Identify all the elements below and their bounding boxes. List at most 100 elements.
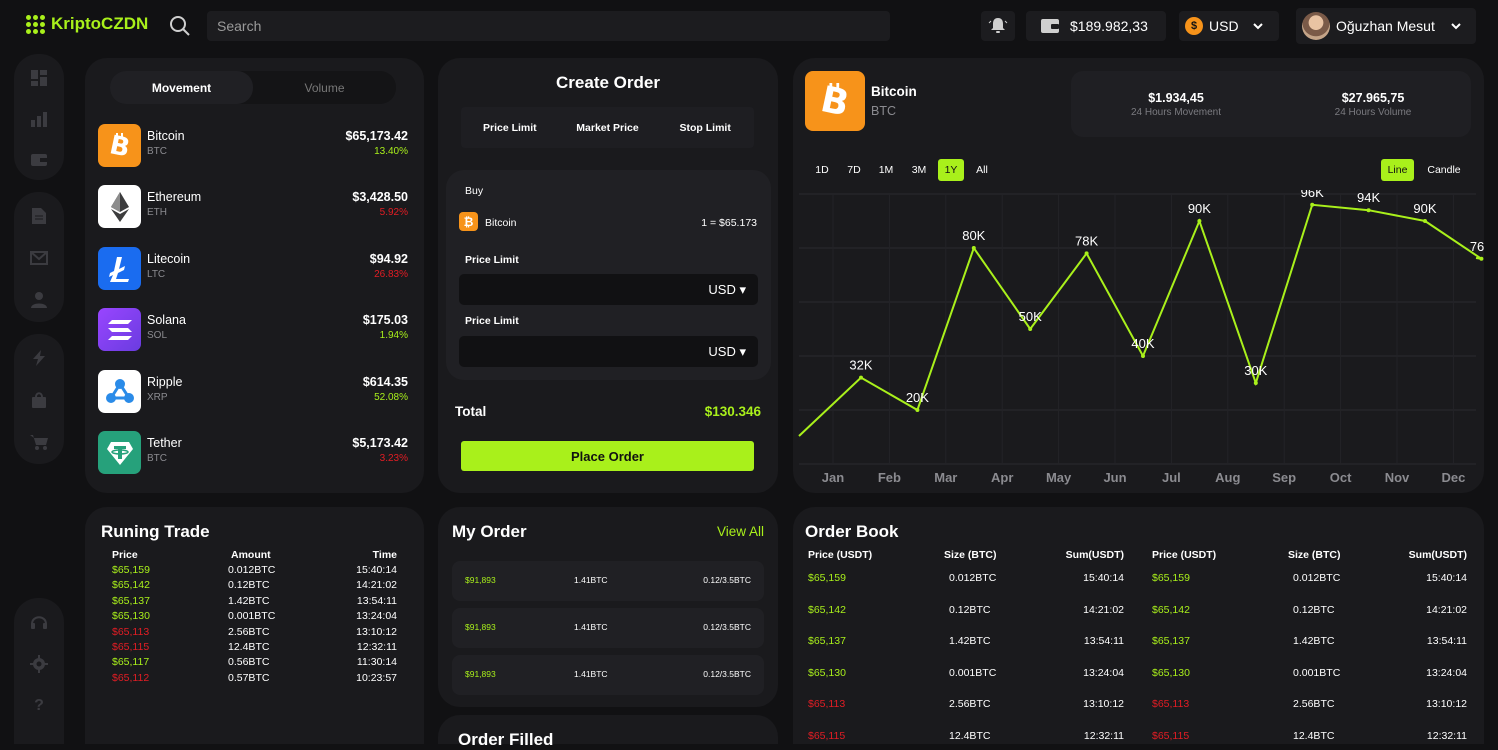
book-sum: 13:24:04 [1426,666,1467,679]
trade-time: 11:30:14 [356,656,397,669]
data-label: 30K [1244,363,1267,378]
trade-time: 14:21:02 [356,579,397,592]
x-tick-label: Dec [1441,470,1465,485]
x-tick-label: Jul [1162,470,1181,485]
x-tick-label: Oct [1330,470,1352,485]
sidebar-group-tools [14,334,64,464]
book-size: 0.12BTC [949,603,991,616]
chart-coin-name: Bitcoin [871,84,917,99]
book-sum: 12:32:11 [1426,730,1467,742]
lightning-icon[interactable] [29,348,49,368]
volume-stat: $27.965,75 24 Hours Volume [1273,91,1473,118]
tab-volume[interactable]: Volume [253,71,396,104]
wallet-icon[interactable] [29,150,49,169]
coin-price: $3,428.50 [352,190,408,204]
order-type-tabs: Price Limit Market Price Stop Limit [461,107,754,148]
book-size: 0.12BTC [1293,603,1335,616]
coin-price: $94.92 [369,252,408,266]
order-row[interactable]: $91,893 1.41BTC 0.12/3.5BTC [452,608,764,648]
book-size: 12.4BTC [949,730,991,742]
book-size: 12.4BTC [1293,730,1335,742]
price-limit-input[interactable]: USD ▾ [459,274,758,305]
range-1y[interactable]: 1Y [938,159,964,181]
order-row[interactable]: $91,893 1.41BTC 0.12/3.5BTC [452,561,764,601]
view-all-link[interactable]: View All [717,524,764,539]
price-series-line [798,203,1482,437]
search-icon[interactable] [168,14,192,38]
currency-dropdown[interactable]: USD ▾ [708,344,746,360]
tab-movement[interactable]: Movement [110,71,253,104]
volume-value: $27.965,75 [1341,91,1405,105]
place-order-button[interactable]: Place Order [461,441,754,471]
coin-change: 52.08% [374,392,408,403]
order-price: $91,893 [465,622,496,632]
document-icon[interactable] [29,206,49,226]
ripple-icon [98,370,141,413]
coin-row-tether[interactable]: Tether BTC $5,173.42 3.23% [98,431,408,475]
total-label: Total [455,404,487,419]
data-label: 96K [1301,190,1324,200]
trade-time: 15:40:14 [356,564,397,576]
currency-dropdown[interactable]: USD ▾ [708,282,746,298]
svg-text:B: B [107,131,133,161]
tab-market-price[interactable]: Market Price [559,107,657,148]
book-sum: 13:24:04 [1083,666,1124,679]
range-3m[interactable]: 3M [908,159,930,181]
trade-amount: 1.42BTC [228,594,270,607]
user-name: Oğuzhan Mesut [1336,18,1435,34]
book-price: $65,113 [1152,698,1190,711]
bag-icon[interactable] [29,390,49,410]
logo-icon [26,14,45,34]
search-input[interactable] [207,11,890,41]
coin-symbol: BTC [147,453,167,464]
data-point [971,246,976,250]
user-icon[interactable] [29,290,49,310]
order-amount: 1.41BTC [574,575,608,585]
coin-name: Solana [147,313,186,327]
col-price: Price [112,549,138,561]
user-menu[interactable]: Oğuzhan Mesut [1296,8,1476,44]
order-row[interactable]: $91,893 1.41BTC 0.12/3.5BTC [452,655,764,695]
coin-row-litecoin[interactable]: Litecoin LTC $94.92 26.83% [98,247,408,291]
book-sum: 13:54:11 [1426,635,1467,648]
wallet-balance[interactable]: $189.982,33 [1026,11,1166,41]
coin-row-ethereum[interactable]: Ethereum ETH $3,428.50 5.92% [98,185,408,229]
help-icon[interactable]: ? [29,696,49,716]
trade-amount: 0.56BTC [228,656,270,669]
my-order-title: My Order [452,522,527,541]
coin-row-bitcoin[interactable]: B Bitcoin BTC $65,173.42 13.40% [98,124,408,168]
tab-price-limit[interactable]: Price Limit [461,107,559,148]
range-1m[interactable]: 1M [875,159,897,181]
cart-icon[interactable] [29,432,49,452]
range-7d[interactable]: 7D [843,159,865,181]
mail-icon[interactable] [29,248,49,268]
chart-type-candle[interactable]: Candle [1422,159,1466,181]
data-label: 94K [1357,190,1380,205]
headset-icon[interactable] [29,612,49,632]
book-sum: 14:21:02 [1083,603,1124,616]
trade-time: 13:54:11 [356,594,397,607]
price-limit-input[interactable]: USD ▾ [459,336,758,367]
chart-type-line[interactable]: Line [1381,159,1414,181]
coin-row-ripple[interactable]: Ripple XRP $614.35 52.08% [98,370,408,414]
order-price: $91,893 [465,669,496,679]
tab-stop-limit[interactable]: Stop Limit [656,107,754,148]
range-1d[interactable]: 1D [811,159,833,181]
currency-selector[interactable]: $ USD [1179,11,1279,41]
order-amount: 1.41BTC [574,669,608,679]
dashboard-icon[interactable] [29,68,49,87]
data-point [1253,381,1258,385]
range-all[interactable]: All [971,159,993,181]
gear-icon[interactable] [29,654,49,674]
trade-amount: 0.012BTC [228,564,276,576]
price-limit-label: Price Limit [465,254,519,266]
bar-chart-icon[interactable] [29,109,49,128]
data-point [1479,256,1484,261]
total-value: $130.346 [704,404,761,419]
coin-row-solana[interactable]: Solana SOL $175.03 1.94% [98,308,408,352]
brand-logo[interactable]: KriptoCZDN [26,14,148,34]
data-label: 20K [906,390,929,405]
notification-button[interactable] [981,11,1015,41]
book-sum: 13:10:12 [1083,698,1124,711]
trade-time: 13:10:12 [356,625,397,638]
